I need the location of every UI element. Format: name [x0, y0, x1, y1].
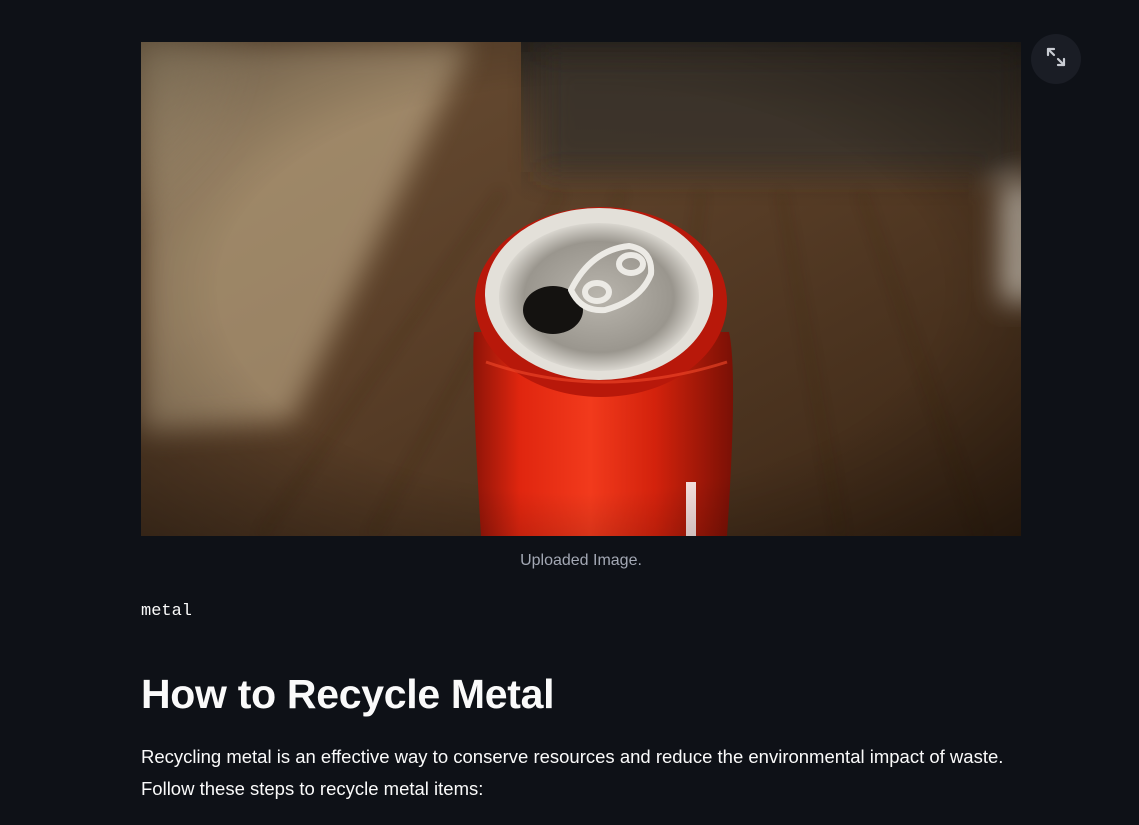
intro-paragraph: Recycling metal is an effective way to c… — [141, 741, 1021, 805]
fullscreen-button[interactable] — [1031, 34, 1081, 84]
main-content: Uploaded Image. metal How to Recycle Met… — [141, 0, 1021, 805]
app-root: Uploaded Image. metal How to Recycle Met… — [0, 0, 1139, 825]
image-caption: Uploaded Image. — [520, 552, 642, 569]
prediction-label: metal — [141, 602, 193, 621]
page-title: How to Recycle Metal — [141, 671, 555, 717]
expand-icon — [1045, 46, 1067, 73]
intro-line-1: Recycling metal is an effective way to c… — [141, 746, 1004, 767]
image-container: Uploaded Image. — [141, 42, 1021, 572]
intro-line-2: Follow these steps to recycle metal item… — [141, 778, 484, 799]
uploaded-image — [141, 42, 1021, 536]
